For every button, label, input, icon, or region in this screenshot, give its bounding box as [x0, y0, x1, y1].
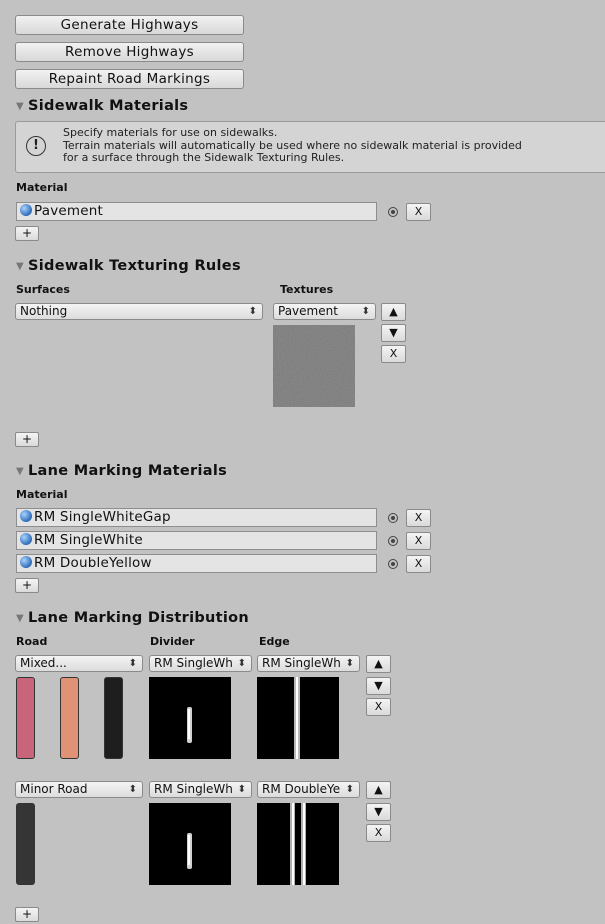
pavement-texture-preview: [273, 325, 355, 407]
road-color-swatch: [16, 803, 35, 885]
road-color-swatch: [16, 677, 35, 759]
single-white-gap-texture: [149, 677, 231, 759]
material-sphere-icon: [20, 204, 32, 216]
sidewalk-materials-foldout[interactable]: ▼ Sidewalk Materials: [16, 98, 188, 114]
single-white-gap-texture: [149, 803, 231, 885]
move-down-button[interactable]: ▼: [366, 677, 391, 695]
lane-distribution-foldout[interactable]: ▼ Lane Marking Distribution: [16, 610, 249, 626]
dropdown-arrow-icon: ⬍: [237, 658, 246, 669]
material-name: RM SingleWhiteGap: [34, 509, 171, 525]
dropdown-arrow-icon: ⬍: [361, 306, 370, 317]
material-name: Pavement: [34, 203, 104, 219]
move-down-button[interactable]: ▼: [381, 324, 406, 342]
sidewalk-material-field[interactable]: Pavement: [16, 202, 377, 221]
lane-materials-title: Lane Marking Materials: [28, 463, 228, 479]
dropdown-arrow-icon: ⬍: [248, 306, 257, 317]
foldout-triangle-icon: ▼: [16, 466, 24, 477]
divider-value: RM SingleWh: [154, 656, 233, 670]
dropdown-arrow-icon: ⬍: [128, 784, 137, 795]
textures-dropdown[interactable]: Pavement ⬍: [273, 303, 376, 320]
material-name: RM SingleWhite: [34, 532, 143, 548]
material-sphere-icon: [20, 510, 32, 522]
object-picker-icon[interactable]: [388, 207, 398, 217]
remove-lane-material-button[interactable]: X: [406, 509, 431, 527]
single-white-texture: [257, 677, 339, 759]
road-color-swatch: [60, 677, 79, 759]
edge-texture-preview: [257, 803, 339, 885]
add-texturing-rule-button[interactable]: +: [15, 432, 39, 447]
road-type-value: Mixed...: [20, 656, 67, 670]
remove-lane-material-button[interactable]: X: [406, 555, 431, 573]
object-picker-icon[interactable]: [388, 559, 398, 569]
foldout-triangle-icon: ▼: [16, 613, 24, 624]
sidewalk-texturing-foldout[interactable]: ▼ Sidewalk Texturing Rules: [16, 258, 241, 274]
pavement-texture-image: [273, 325, 355, 407]
dropdown-arrow-icon: ⬍: [345, 658, 354, 669]
add-lane-material-button[interactable]: +: [15, 578, 39, 593]
remove-sidewalk-material-button[interactable]: X: [406, 203, 431, 221]
textures-value: Pavement: [278, 304, 338, 318]
lane-distribution-title: Lane Marking Distribution: [28, 610, 250, 626]
lane-material-field[interactable]: RM DoubleYellow: [16, 554, 377, 573]
divider-dropdown[interactable]: RM SingleWh ⬍: [149, 781, 252, 798]
divider-value: RM SingleWh: [154, 782, 233, 796]
lane-material-field[interactable]: RM SingleWhite: [16, 531, 377, 550]
edge-dropdown[interactable]: RM DoubleYe ⬍: [257, 781, 360, 798]
material-column-label: Material: [16, 181, 68, 194]
sidewalk-help-box: ! Specify materials for use on sidewalks…: [15, 121, 605, 173]
material-sphere-icon: [20, 556, 32, 568]
surfaces-value: Nothing: [20, 304, 68, 318]
surfaces-label: Surfaces: [16, 283, 70, 296]
divider-column-label: Divider: [150, 635, 195, 648]
add-distribution-button[interactable]: +: [15, 907, 39, 922]
road-color-swatch: [104, 677, 123, 759]
foldout-triangle-icon: ▼: [16, 101, 24, 112]
road-type-dropdown[interactable]: Mixed... ⬍: [15, 655, 143, 672]
remove-lane-material-button[interactable]: X: [406, 532, 431, 550]
add-sidewalk-material-button[interactable]: +: [15, 226, 39, 241]
divider-texture-preview: [149, 677, 231, 759]
move-up-button[interactable]: ▲: [381, 303, 406, 321]
move-up-button[interactable]: ▲: [366, 781, 391, 799]
remove-distribution-button[interactable]: X: [366, 698, 391, 716]
move-down-button[interactable]: ▼: [366, 803, 391, 821]
object-picker-icon[interactable]: [388, 513, 398, 523]
edge-dropdown[interactable]: RM SingleWh ⬍: [257, 655, 360, 672]
edge-value: RM SingleWh: [262, 656, 341, 670]
edge-texture-preview: [257, 677, 339, 759]
lane-materials-foldout[interactable]: ▼ Lane Marking Materials: [16, 463, 227, 479]
road-column-label: Road: [16, 635, 48, 648]
edge-value: RM DoubleYe: [262, 782, 341, 796]
repaint-road-markings-button[interactable]: Repaint Road Markings: [15, 69, 244, 89]
dropdown-arrow-icon: ⬍: [345, 784, 354, 795]
edge-column-label: Edge: [259, 635, 290, 648]
road-type-dropdown[interactable]: Minor Road ⬍: [15, 781, 143, 798]
dropdown-arrow-icon: ⬍: [128, 658, 137, 669]
generate-highways-button[interactable]: Generate Highways: [15, 15, 244, 35]
material-name: RM DoubleYellow: [34, 555, 152, 571]
sidewalk-texturing-title: Sidewalk Texturing Rules: [28, 258, 241, 274]
help-text: Specify materials for use on sidewalks. …: [63, 126, 522, 165]
remove-highways-button[interactable]: Remove Highways: [15, 42, 244, 62]
sidewalk-materials-title: Sidewalk Materials: [28, 98, 189, 114]
remove-distribution-button[interactable]: X: [366, 824, 391, 842]
divider-texture-preview: [149, 803, 231, 885]
foldout-triangle-icon: ▼: [16, 261, 24, 272]
material-sphere-icon: [20, 533, 32, 545]
help-line-3: for a surface through the Sidewalk Textu…: [63, 151, 345, 164]
lane-material-field[interactable]: RM SingleWhiteGap: [16, 508, 377, 527]
help-line-1: Specify materials for use on sidewalks.: [63, 126, 278, 139]
lane-material-column-label: Material: [16, 488, 68, 501]
double-yellow-texture: [257, 803, 339, 885]
dropdown-arrow-icon: ⬍: [237, 784, 246, 795]
divider-dropdown[interactable]: RM SingleWh ⬍: [149, 655, 252, 672]
object-picker-icon[interactable]: [388, 536, 398, 546]
move-up-button[interactable]: ▲: [366, 655, 391, 673]
info-icon: !: [26, 136, 46, 156]
road-type-value: Minor Road: [20, 782, 88, 796]
textures-label: Textures: [280, 283, 334, 296]
surfaces-dropdown[interactable]: Nothing ⬍: [15, 303, 263, 320]
remove-rule-button[interactable]: X: [381, 345, 406, 363]
